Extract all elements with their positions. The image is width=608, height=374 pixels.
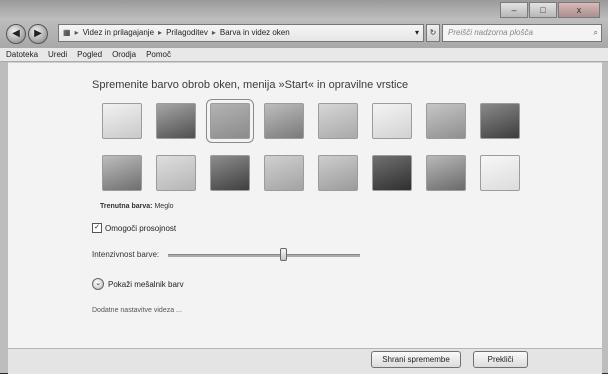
- chevron-right-icon: ▸: [74, 28, 79, 37]
- current-color-value: Meglo: [154, 203, 174, 210]
- content-area: Spremenite barvo obrob oken, menija »Sta…: [8, 63, 602, 348]
- address-bar[interactable]: ▦ ▸ Videz in prilagajanje ▸ Prilagoditev…: [58, 24, 424, 42]
- color-swatch[interactable]: [318, 155, 358, 191]
- color-swatch[interactable]: [264, 103, 304, 139]
- close-button[interactable]: x: [558, 2, 600, 18]
- search-placeholder: Preišči nadzorna plošča: [448, 28, 533, 37]
- transparency-label: Omogoči prosojnost: [105, 223, 177, 233]
- current-color-label: Trenutna barva:: [100, 203, 153, 210]
- back-arrow-icon: ◀: [12, 28, 20, 39]
- current-color: Trenutna barva: Meglo: [100, 203, 174, 210]
- cancel-button[interactable]: Prekliči: [473, 351, 528, 368]
- refresh-button[interactable]: ↻: [426, 24, 440, 42]
- menu-item-help[interactable]: Pomoč: [146, 48, 171, 61]
- color-swatch[interactable]: [156, 155, 196, 191]
- menu-item-tools[interactable]: Orodja: [112, 48, 136, 61]
- intensity-slider-thumb[interactable]: [280, 248, 288, 261]
- color-mixer-label[interactable]: Pokaži mešalnik barv: [108, 280, 184, 289]
- advanced-appearance-link[interactable]: Dodatne nastavitve videza ...: [92, 307, 182, 314]
- refresh-icon: ↻: [429, 28, 437, 37]
- menu-item-edit[interactable]: Uredi: [48, 48, 67, 61]
- color-swatch[interactable]: [102, 103, 142, 139]
- color-swatch[interactable]: [102, 155, 142, 191]
- color-swatch-grid: [102, 99, 532, 203]
- expand-chevron-icon[interactable]: ⌄: [92, 278, 104, 290]
- transparency-checkbox-row[interactable]: ✓ Omogoči prosojnost: [92, 223, 176, 233]
- color-swatch[interactable]: [210, 155, 250, 191]
- footer-bar: Shrani spremembe Prekliči: [8, 348, 602, 374]
- color-swatch[interactable]: [206, 99, 254, 143]
- menu-item-file[interactable]: Datoteka: [6, 48, 38, 61]
- maximize-button[interactable]: □: [529, 2, 557, 18]
- breadcrumb-item[interactable]: Barva in videz oken: [220, 25, 290, 41]
- menu-bar: Datoteka Uredi Pogled Orodja Pomoč: [0, 48, 608, 62]
- save-changes-button[interactable]: Shrani spremembe: [371, 351, 461, 368]
- color-swatch[interactable]: [480, 155, 520, 191]
- search-input[interactable]: Preišči nadzorna plošča ⌕: [442, 24, 602, 42]
- title-bar: – □ x ◀ ▶ ▦ ▸ Videz in prilagajanje ▸ Pr…: [0, 0, 608, 48]
- color-swatch[interactable]: [480, 103, 520, 139]
- minimize-button[interactable]: –: [500, 2, 528, 18]
- transparency-checkbox[interactable]: ✓: [92, 223, 102, 233]
- search-icon: ⌕: [593, 28, 598, 37]
- window-controls: – □ x: [500, 2, 600, 18]
- color-swatch[interactable]: [318, 103, 358, 139]
- color-swatch[interactable]: [426, 155, 466, 191]
- window-frame-left: [0, 62, 8, 373]
- color-mixer-expander[interactable]: ⌄ Pokaži mešalnik barv: [92, 278, 184, 290]
- chevron-down-icon[interactable]: ▾: [415, 25, 423, 41]
- color-swatch[interactable]: [156, 103, 196, 139]
- back-button[interactable]: ◀: [6, 24, 26, 44]
- control-panel-icon: ▦: [63, 28, 71, 37]
- chevron-right-icon: ▸: [158, 28, 163, 37]
- page-title: Spremenite barvo obrob oken, menija »Sta…: [92, 79, 409, 91]
- forward-arrow-icon: ▶: [34, 28, 42, 39]
- breadcrumb-item[interactable]: Prilagoditev: [166, 25, 208, 41]
- forward-button[interactable]: ▶: [28, 24, 48, 44]
- breadcrumb-item[interactable]: Videz in prilagajanje: [83, 25, 154, 41]
- chevron-right-icon: ▸: [211, 28, 216, 37]
- color-swatch[interactable]: [372, 103, 412, 139]
- menu-item-view[interactable]: Pogled: [77, 48, 102, 61]
- color-swatch[interactable]: [372, 155, 412, 191]
- intensity-slider-track[interactable]: [168, 254, 360, 257]
- color-swatch[interactable]: [426, 103, 466, 139]
- window-frame-right: [602, 62, 608, 373]
- color-swatch[interactable]: [264, 155, 304, 191]
- control-panel-window: – □ x ◀ ▶ ▦ ▸ Videz in prilagajanje ▸ Pr…: [0, 0, 608, 374]
- intensity-label: Intenzivnost barve:: [92, 250, 160, 259]
